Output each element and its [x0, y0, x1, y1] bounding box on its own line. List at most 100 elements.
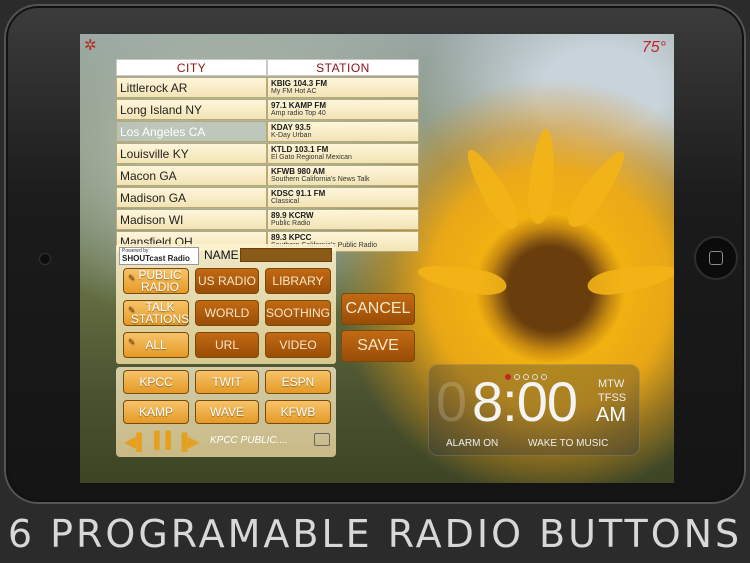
station-description: Amp radio Top 40	[271, 110, 326, 117]
station-description: Southern California's News Talk	[271, 176, 370, 183]
talk-stations-button[interactable]: ✎ TALK STATIONS	[123, 300, 189, 326]
station-name: KTLD 103.1 FM	[271, 145, 329, 154]
city-cell: Littlerock AR	[116, 77, 267, 98]
table-row[interactable]: Long Island NY 97.1 KAMP FM Amp radio Top…	[116, 99, 419, 120]
video-label: VIDEO	[279, 338, 317, 352]
station-name: KDSC 91.1 FM	[271, 189, 326, 198]
city-cell: Los Angeles CA	[116, 121, 267, 142]
station-name: 89.9 KCRW	[271, 211, 314, 220]
preset-button-kfwb[interactable]: KFWB	[265, 400, 331, 424]
city-column-header: CITY	[116, 59, 267, 76]
table-row[interactable]: Macon GA KFWB 980 AM Southern California'…	[116, 165, 419, 186]
preset-label: KAMP	[138, 405, 173, 419]
camera-icon	[40, 254, 50, 264]
promo-caption: 6 PROGRAMABLE RADIO BUTTONS	[7, 512, 743, 556]
world-label: WORLD	[204, 306, 250, 320]
preset-button-wave[interactable]: WAVE	[195, 400, 259, 424]
library-button[interactable]: LIBRARY	[265, 268, 331, 294]
preset-button-kpcc[interactable]: KPCC	[123, 370, 189, 394]
station-table: CITY STATION Littlerock AR KBIG 104.3 FM…	[116, 58, 419, 253]
pencil-icon: ✎	[128, 273, 136, 283]
public-radio-button[interactable]: ✎ PUBLIC RADIO	[123, 268, 189, 294]
station-description: Classical	[271, 198, 300, 205]
preset-button-espn[interactable]: ESPN	[265, 370, 331, 394]
am-pm-indicator: AM	[596, 404, 626, 426]
all-button[interactable]: ✎ ALL	[123, 332, 189, 358]
previous-icon[interactable]: ◀▌	[124, 432, 148, 452]
home-square-icon	[709, 251, 723, 265]
station-cell: 89.9 KCRW Public Radio	[267, 209, 419, 230]
city-cell: Madison WI	[116, 209, 267, 230]
category-panel: Powered by SHOUTcast Radio NAME ✎ PUBLIC …	[116, 244, 336, 364]
station-description: El Gato Regional Mexican	[271, 154, 352, 161]
settings-gear-icon[interactable]: ✲	[84, 38, 100, 54]
station-cell: KBIG 104.3 FM My FM Hot AC	[267, 77, 419, 98]
shoutcast-label: SHOUTcast Radio	[122, 254, 190, 263]
station-name: KFWB 980 AM	[271, 167, 325, 176]
soothing-button[interactable]: SOOTHING	[265, 300, 331, 326]
table-row[interactable]: Littlerock AR KBIG 104.3 FM My FM Hot AC	[116, 77, 419, 98]
table-row[interactable]: Louisville KY KTLD 103.1 FM El Gato Regio…	[116, 143, 419, 164]
shoutcast-logo: Powered by SHOUTcast Radio	[119, 247, 199, 265]
preset-label: KFWB	[280, 405, 316, 419]
library-label: LIBRARY	[272, 274, 324, 288]
station-description: My FM Hot AC	[271, 88, 317, 95]
sunflower-petal	[561, 145, 633, 233]
table-row[interactable]: Los Angeles CA KDAY 93.5 K-Day Urban	[116, 121, 419, 142]
table-row[interactable]: Madison WI 89.9 KCRW Public Radio	[116, 209, 419, 230]
sunflower-petal	[459, 144, 525, 234]
airplay-icon[interactable]	[314, 433, 330, 446]
city-cell: Macon GA	[116, 165, 267, 186]
station-cell: KFWB 980 AM Southern California's News Ta…	[267, 165, 419, 186]
pencil-icon: ✎	[128, 337, 136, 347]
city-cell: Louisville KY	[116, 143, 267, 164]
url-label: URL	[214, 338, 239, 352]
save-label: SAVE	[357, 337, 399, 354]
sunflower-petal	[525, 128, 559, 225]
station-name: KBIG 104.3 FM	[271, 79, 328, 88]
wake-mode[interactable]: WAKE TO MUSIC	[528, 438, 608, 449]
preset-button-twit[interactable]: TWIT	[195, 370, 259, 394]
station-column-header: STATION	[267, 59, 419, 76]
next-icon[interactable]: ▐▶	[176, 432, 200, 452]
now-playing-label: KPCC PUBLIC....	[210, 435, 288, 446]
alarm-clock[interactable]: 0 8:00 MTW TFSS AM ALARM ON WAKE TO MUSI…	[428, 364, 640, 456]
soothing-label: SOOTHING	[266, 306, 331, 320]
station-cell: KTLD 103.1 FM El Gato Regional Mexican	[267, 143, 419, 164]
station-name: KDAY 93.5	[271, 123, 311, 132]
station-name: 97.1 KAMP FM	[271, 101, 326, 110]
alarm-days-line2: TFSS	[598, 392, 627, 404]
save-button[interactable]: SAVE	[341, 330, 415, 362]
home-button[interactable]	[696, 238, 736, 278]
preset-label: KPCC	[139, 375, 173, 389]
name-input[interactable]	[240, 248, 332, 262]
preset-label: ESPN	[281, 375, 315, 389]
city-cell: Madison GA	[116, 187, 267, 208]
sunflower-petal	[415, 259, 509, 299]
table-row[interactable]: Madison GA KDSC 91.1 FM Classical	[116, 187, 419, 208]
cancel-button[interactable]: CANCEL	[341, 293, 415, 325]
cancel-label: CANCEL	[345, 300, 411, 317]
pause-icon[interactable]: ▌▌	[154, 432, 177, 450]
transport-controls: ◀▌ ▌▌ ▐▶	[124, 432, 200, 452]
preset-label: WAVE	[209, 405, 244, 419]
video-button[interactable]: VIDEO	[265, 332, 331, 358]
station-description: K-Day Urban	[271, 132, 312, 139]
us-radio-button[interactable]: US RADIO	[195, 268, 259, 294]
ghost-digit: 0	[436, 370, 468, 433]
preset-button-kamp[interactable]: KAMP	[123, 400, 189, 424]
alarm-days-line1: MTW	[598, 378, 625, 390]
temperature-readout: 75°	[641, 39, 666, 56]
pencil-icon: ✎	[128, 305, 136, 315]
clock-time: 8:00	[472, 370, 578, 433]
station-description: Public Radio	[271, 220, 311, 227]
url-button[interactable]: URL	[195, 332, 259, 358]
app-screen: ✲ 75° CITY STATION Littlerock AR KBIG 10…	[80, 34, 674, 483]
station-cell: KDAY 93.5 K-Day Urban	[267, 121, 419, 142]
station-name: 89.3 KPCC	[271, 233, 312, 242]
world-button[interactable]: WORLD	[195, 300, 259, 326]
preset-label: TWIT	[212, 375, 242, 389]
ipad-frame: ✲ 75° CITY STATION Littlerock AR KBIG 10…	[4, 4, 746, 504]
city-cell: Long Island NY	[116, 99, 267, 120]
alarm-status[interactable]: ALARM ON	[446, 438, 498, 449]
